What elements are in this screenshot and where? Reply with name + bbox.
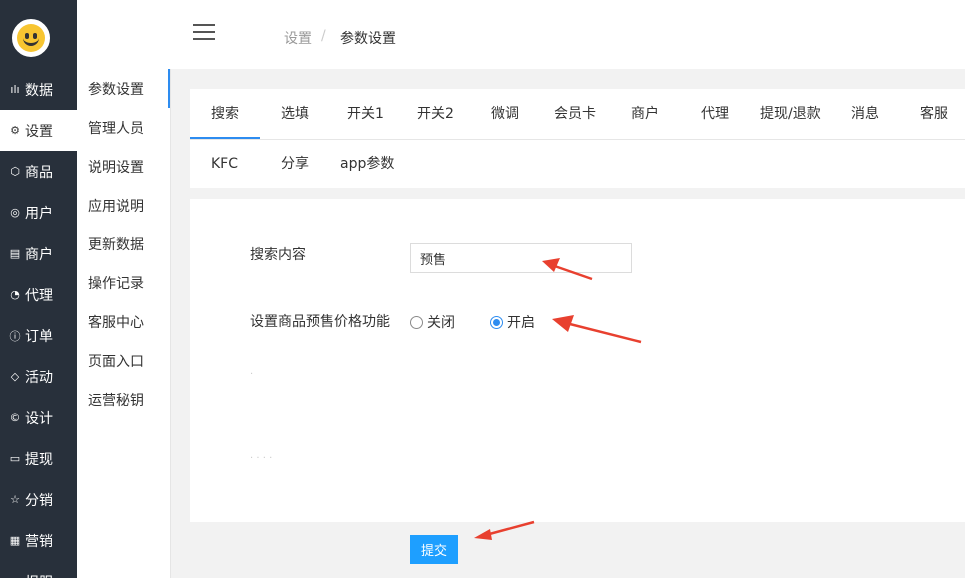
- nav-item-label: 商户: [25, 246, 53, 263]
- search-content-input[interactable]: [410, 243, 632, 273]
- nav-item-merchants[interactable]: ▤ 商户: [0, 233, 77, 274]
- nav-item-distribution[interactable]: ☆ 分销: [0, 479, 77, 520]
- tab-fine-tune[interactable]: 微调: [491, 89, 519, 139]
- faint-dots: · · · ·: [250, 453, 273, 464]
- subnav-item-update-data[interactable]: 更新数据: [77, 224, 170, 263]
- tab-share[interactable]: 分享: [281, 139, 309, 189]
- radio-off-label: 关闭: [427, 315, 455, 331]
- subnav-item-app-notes[interactable]: 应用说明: [77, 186, 170, 225]
- radio-on-label: 开启: [507, 315, 535, 331]
- box-icon: ⬡: [10, 165, 20, 178]
- user-icon: ◎: [10, 206, 20, 219]
- breadcrumb-separator: /: [321, 28, 326, 44]
- design-icon: ©: [9, 411, 21, 424]
- gear-icon: ⚙: [10, 124, 20, 137]
- tab-agent[interactable]: 代理: [701, 89, 729, 139]
- smiley-icon: [17, 24, 45, 52]
- tab-switch-2[interactable]: 开关2: [417, 89, 454, 139]
- radio-on-circle[interactable]: [490, 315, 503, 329]
- breadcrumb-parent[interactable]: 设置: [284, 28, 312, 48]
- subnav-item-params[interactable]: 参数设置: [77, 69, 170, 108]
- tab-withdraw-refund[interactable]: 提现/退款: [760, 89, 821, 139]
- order-icon: ⓘ: [9, 329, 21, 343]
- radio-on[interactable]: 开启: [490, 312, 535, 332]
- tag-icon: ◇: [10, 370, 20, 383]
- chart-icon: ılı: [10, 83, 20, 96]
- subnav-item-operation-log[interactable]: 操作记录: [77, 263, 170, 302]
- tab-message[interactable]: 消息: [851, 89, 879, 139]
- star-icon: ☆: [10, 493, 20, 506]
- nav-item-goods[interactable]: ⬡ 商品: [0, 151, 77, 192]
- logo-area: [0, 0, 77, 69]
- tab-merchant[interactable]: 商户: [631, 89, 659, 139]
- nav-item-label: 分销: [25, 492, 53, 509]
- faint-mark: ·: [250, 369, 254, 380]
- nav-item-label: 活动: [25, 369, 53, 386]
- nav-item-design[interactable]: © 设计: [0, 397, 77, 438]
- search-content-label: 搜索内容: [250, 247, 306, 263]
- subnav-item-service-center[interactable]: 客服中心: [77, 302, 170, 341]
- nav-item-label: 设计: [25, 410, 53, 427]
- nav-item-orders[interactable]: ⓘ 订单: [0, 315, 77, 356]
- nav-item-reports[interactable]: ▭ 报服: [0, 561, 77, 578]
- agent-icon: ◔: [10, 288, 20, 301]
- tab-optional[interactable]: 选填: [281, 89, 309, 139]
- avatar-logo[interactable]: [12, 19, 50, 57]
- menu-toggle-icon[interactable]: [193, 24, 215, 40]
- nav-item-users[interactable]: ◎ 用户: [0, 192, 77, 233]
- nav-item-activities[interactable]: ◇ 活动: [0, 356, 77, 397]
- tab-member-card[interactable]: 会员卡: [554, 89, 596, 139]
- nav-item-label: 营销: [25, 533, 53, 550]
- submit-button[interactable]: 提交: [410, 535, 458, 564]
- settings-tabs: 搜索 选填 开关1 开关2 微调 会员卡 商户 代理 提现/退款 消息 客服 K…: [190, 89, 965, 188]
- nav-item-label: 提现: [25, 451, 53, 468]
- nav-item-label: 用户: [25, 205, 53, 222]
- nav-item-marketing[interactable]: ▦ 营销: [0, 520, 77, 561]
- nav-item-label: 设置: [25, 123, 53, 140]
- withdraw-icon: ▭: [9, 452, 21, 465]
- nav-item-data[interactable]: ılı 数据: [0, 69, 77, 110]
- tab-customer-service[interactable]: 客服: [920, 89, 948, 139]
- tab-kfc[interactable]: KFC: [211, 139, 238, 189]
- tab-search[interactable]: 搜索: [190, 89, 260, 139]
- settings-subnav: 参数设置 管理人员 说明设置 应用说明 更新数据 操作记录 客服中心 页面入口 …: [77, 0, 171, 578]
- main-nav: ılı 数据 ⚙ 设置 ⬡ 商品 ◎ 用户 ▤ 商户 ◔ 代理 ⓘ 订单 ◇ 活…: [0, 0, 77, 578]
- nav-item-label: 报服: [25, 572, 53, 578]
- nav-item-label: 订单: [25, 328, 53, 345]
- nav-item-label: 数据: [25, 82, 53, 99]
- subnav-item-page-entry[interactable]: 页面入口: [77, 341, 170, 380]
- top-header: 设置 / 参数设置: [170, 0, 965, 69]
- nav-item-withdraw[interactable]: ▭ 提现: [0, 438, 77, 479]
- tab-app-params[interactable]: app参数: [340, 139, 394, 189]
- breadcrumb-current: 参数设置: [340, 31, 396, 47]
- store-icon: ▤: [9, 247, 21, 260]
- radio-off-circle[interactable]: [410, 315, 423, 329]
- nav-item-agents[interactable]: ◔ 代理: [0, 274, 77, 315]
- subnav-item-instructions[interactable]: 说明设置: [77, 147, 170, 186]
- radio-off[interactable]: 关闭: [410, 312, 455, 332]
- nav-item-settings[interactable]: ⚙ 设置: [0, 110, 77, 151]
- presale-price-label: 设置商品预售价格功能: [250, 314, 390, 330]
- subnav-item-admins[interactable]: 管理人员: [77, 108, 170, 147]
- tab-switch-1[interactable]: 开关1: [347, 89, 384, 139]
- nav-item-label: 代理: [25, 287, 53, 304]
- nav-item-label: 商品: [25, 164, 53, 181]
- settings-form: 搜索内容 设置商品预售价格功能 关闭 开启 · · · · ·: [190, 199, 965, 522]
- subnav-item-keys[interactable]: 运营秘钥: [77, 380, 170, 419]
- grid-icon: ▦: [9, 534, 21, 547]
- annotation-arrow-submit: [474, 520, 535, 540]
